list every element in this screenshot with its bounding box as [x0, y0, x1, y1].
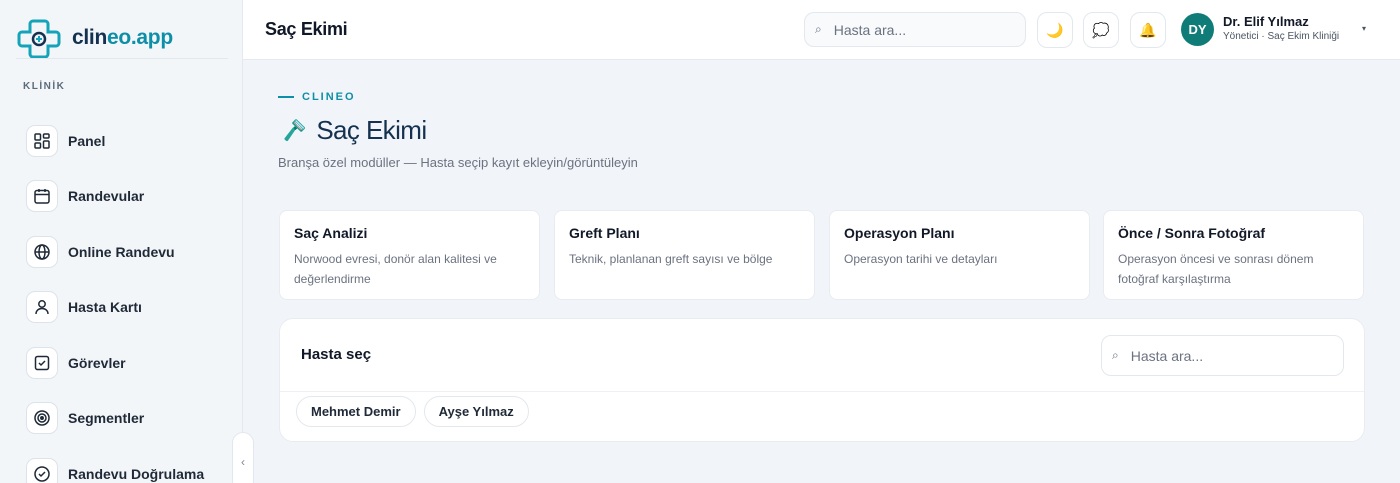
- user-icon: [26, 291, 58, 324]
- clineo-logo-icon: [17, 19, 61, 58]
- sidebar-item-label: Randevu Doğrulama: [68, 465, 205, 482]
- brand-name: clineo.app: [72, 26, 173, 49]
- module-card-operasyon-plani[interactable]: Operasyon Planı Operasyon tarihi ve deta…: [829, 210, 1090, 300]
- sidebar-item-label: Segmentler: [68, 410, 145, 427]
- sidebar-item-segmentler[interactable]: Segmentler: [26, 391, 204, 447]
- header-search[interactable]: ⌕: [804, 12, 1026, 47]
- card-description: Operasyon tarihi ve detayları: [844, 252, 998, 266]
- collapse-sidebar-button[interactable]: ‹: [232, 432, 254, 483]
- chat-bubble-icon: 💭: [1092, 21, 1110, 38]
- card-title: Operasyon Planı: [844, 225, 955, 241]
- sidebar-item-label: Online Randevu: [68, 243, 175, 260]
- module-card-once-sonra[interactable]: Önce / Sonra Fotoğraf Operasyon öncesi v…: [1103, 210, 1364, 300]
- notifications-button[interactable]: 🔔: [1130, 12, 1166, 48]
- sidebar-item-randevu-dogrulama[interactable]: Randevu Doğrulama: [26, 446, 204, 483]
- panel-title: Hasta seç: [301, 346, 372, 363]
- patient-search[interactable]: ⌕: [1101, 335, 1344, 376]
- sidebar-nav: Panel Randevular Online Randevu Hasta Ka…: [26, 113, 204, 483]
- checkbox-icon: [26, 346, 58, 379]
- chevron-down-icon[interactable]: ▾: [1362, 24, 1366, 33]
- eyebrow-line: [278, 96, 294, 98]
- moon-icon: 🌙: [1046, 21, 1064, 38]
- brand-logo[interactable]: clineo.app: [16, 18, 173, 58]
- patient-list: Mehmet Demir Ayşe Yılmaz: [296, 396, 529, 427]
- eyebrow: CLINEO: [278, 91, 356, 103]
- sidebar-item-label: Hasta Kartı: [68, 299, 142, 316]
- bell-icon: 🔔: [1139, 21, 1157, 38]
- patient-search-input[interactable]: [1130, 347, 1343, 364]
- card-description: Operasyon öncesi ve sonrası dönem fotoğr…: [1118, 252, 1314, 286]
- divider: [16, 58, 228, 59]
- header-search-input[interactable]: [833, 21, 1025, 38]
- page-header-title: Saç Ekimi: [265, 19, 348, 39]
- barber-pole-icon: 🪒: [282, 120, 307, 142]
- card-title: Saç Analizi: [294, 225, 368, 241]
- patient-chip[interactable]: Ayşe Yılmaz: [423, 396, 529, 427]
- sidebar: clineo.app KLİNİK Panel Randevular Onlin…: [0, 0, 243, 483]
- user-name[interactable]: Dr. Elif Yılmaz: [1223, 14, 1309, 29]
- module-card-greft-plani[interactable]: Greft Planı Teknik, planlanan greft sayı…: [554, 210, 815, 300]
- top-header: Saç Ekimi ⌕ 🌙 💭 🔔 DY Dr. Elif Yılmaz Yön…: [243, 0, 1400, 60]
- sidebar-item-label: Görevler: [68, 354, 126, 371]
- page-subtitle: Branşa özel modüller — Hasta seçip kayıt…: [278, 155, 638, 170]
- globe-icon: [26, 235, 58, 268]
- module-card-sac-analizi[interactable]: Saç Analizi Norwood evresi, donör alan k…: [279, 210, 540, 300]
- chevron-left-icon: ‹: [241, 455, 245, 469]
- messages-button[interactable]: 💭: [1083, 12, 1119, 48]
- sidebar-item-hasta-karti[interactable]: Hasta Kartı: [26, 280, 204, 336]
- card-title: Greft Planı: [569, 225, 640, 241]
- page-title-text: Saç Ekimi: [316, 115, 427, 145]
- avatar[interactable]: DY: [1181, 13, 1214, 46]
- sidebar-item-randevular[interactable]: Randevular: [26, 169, 204, 225]
- theme-toggle-button[interactable]: 🌙: [1037, 12, 1073, 48]
- card-description: Norwood evresi, donör alan kalitesi ve d…: [294, 252, 497, 286]
- sidebar-item-gorevler[interactable]: Görevler: [26, 335, 204, 391]
- search-icon: ⌕: [815, 22, 822, 36]
- target-icon: [26, 402, 58, 435]
- card-title: Önce / Sonra Fotoğraf: [1118, 225, 1266, 241]
- dashboard-icon: [26, 124, 58, 157]
- page-title: 🪒 Saç Ekimi: [282, 115, 427, 146]
- patient-chip[interactable]: Mehmet Demir: [296, 396, 416, 427]
- card-description: Teknik, planlanan greft sayısı ve bölge: [569, 252, 773, 266]
- user-role: Yönetici · Saç Ekim Kliniği: [1223, 31, 1340, 42]
- calendar-icon: [26, 180, 58, 213]
- check-circle-icon: [26, 457, 58, 483]
- eyebrow-label: CLINEO: [302, 91, 356, 103]
- sidebar-item-online-randevu[interactable]: Online Randevu: [26, 224, 204, 280]
- sidebar-item-label: Panel: [68, 132, 106, 149]
- divider: [280, 391, 1364, 392]
- search-icon: ⌕: [1112, 348, 1119, 362]
- sidebar-item-label: Randevular: [68, 188, 145, 205]
- patient-select-panel: Hasta seç ⌕ Mehmet Demir Ayşe Yılmaz: [279, 318, 1365, 442]
- sidebar-item-panel[interactable]: Panel: [26, 113, 204, 169]
- section-label: KLİNİK: [23, 81, 66, 92]
